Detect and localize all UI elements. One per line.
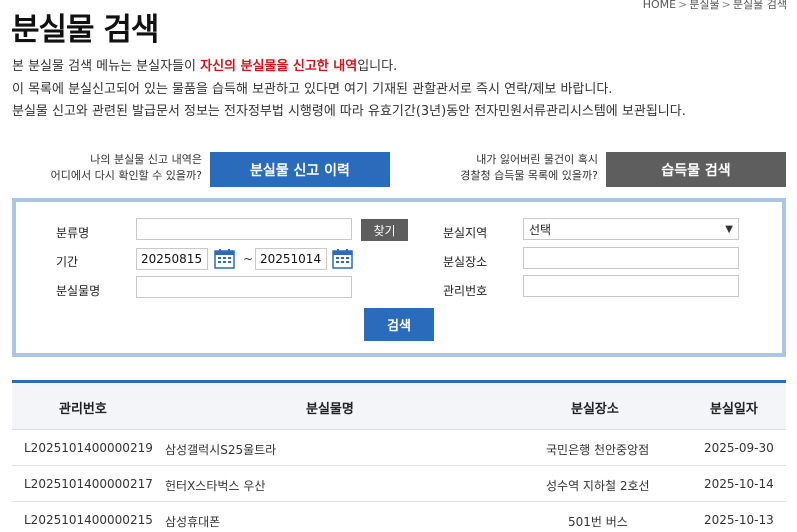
region-selected-value: 선택 — [529, 222, 552, 237]
place-cell: 성수역 지하철 2호선 — [546, 479, 650, 493]
lost-report-history-button[interactable]: 분실물 신고 이력 — [210, 152, 390, 187]
breadcrumb-level1[interactable]: 분실물 — [689, 0, 719, 11]
date-range-separator: ~ — [243, 252, 254, 266]
calendar-icon[interactable] — [214, 248, 235, 269]
category-input[interactable] — [136, 218, 352, 240]
item-name-cell[interactable]: 헌터X스타벅스 우산 — [165, 477, 265, 494]
result-table: 관리번호 분실물명 분실장소 분실일자 L2025101400000219 삼성… — [12, 380, 786, 532]
manage-number-cell: L2025101400000217 — [24, 477, 153, 491]
region-select[interactable]: 선택 ▼ — [523, 218, 739, 240]
item-name-input[interactable] — [136, 276, 352, 298]
search-button[interactable]: 검색 — [364, 308, 434, 341]
table-row[interactable]: L2025101400000217 헌터X스타벅스 우산 성수역 지하철 2호선… — [12, 466, 786, 502]
date-cell: 2025-10-13 — [704, 513, 774, 527]
history-hint-line-1: 나의 분실물 신고 내역은 — [90, 153, 202, 166]
item-name-cell[interactable]: 삼성갤럭시S25울트라 — [165, 441, 276, 458]
column-header: 분실물명 — [306, 402, 354, 417]
calendar-icon[interactable] — [332, 248, 353, 269]
intro-line-3: 분실물 신고와 관련된 발급문서 정보는 전자정부법 시행령에 따라 유효기간(… — [12, 104, 686, 119]
manage-number-cell: L2025101400000219 — [24, 441, 153, 455]
history-hint-line-2: 어디에서 다시 확인할 수 있을까? — [50, 169, 202, 182]
found-hint: 내가 잃어버린 물건이 혹시 경찰청 습득물 목록에 있을까? — [420, 152, 598, 184]
place-label: 분실장소 — [443, 255, 488, 269]
item-name-cell[interactable]: 삼성휴대폰 — [165, 513, 220, 530]
column-header: 관리번호 — [59, 402, 107, 417]
page-title: 분실물 검색 — [11, 12, 159, 48]
table-row[interactable]: L2025101400000215 삼성휴대폰 501번 버스 2025-10-… — [12, 502, 786, 532]
manage-number-label: 관리번호 — [443, 284, 488, 298]
item-name-label: 분실물명 — [56, 284, 101, 298]
end-date-input[interactable]: 20251014 — [255, 248, 327, 270]
breadcrumb-home[interactable]: HOME — [643, 0, 676, 11]
found-item-search-button[interactable]: 습득물 검색 — [606, 152, 786, 187]
history-hint: 나의 분실물 신고 내역은 어디에서 다시 확인할 수 있을까? — [30, 152, 202, 184]
search-form: 분류명 찾기 기간 20250815 ~ 20251014 분실물명 분실지역 … — [12, 198, 786, 357]
column-header: 분실일자 — [710, 402, 758, 417]
chevron-right-icon: > — [721, 0, 731, 11]
start-date-input[interactable]: 20250815 — [136, 248, 208, 270]
place-cell: 501번 버스 — [568, 515, 628, 529]
intro-line-2: 이 목록에 분실신고되어 있는 물품을 습득해 보관하고 있다면 여기 기재된 … — [12, 81, 613, 97]
date-cell: 2025-10-14 — [704, 477, 774, 491]
chevron-down-icon: ▼ — [725, 223, 733, 235]
breadcrumb-current: 분실물 검색 — [732, 0, 787, 11]
region-label: 분실지역 — [443, 226, 488, 240]
breadcrumb: HOME > 분실물 > 분실물 검색 — [643, 0, 787, 12]
intro-line-1: 본 분실물 검색 메뉴는 분실자들이 자신의 분실물을 신고한 내역입니다. — [12, 56, 792, 79]
intro-line-1-post: 입니다. — [357, 59, 398, 74]
period-label: 기간 — [56, 255, 79, 269]
table-header: 관리번호 분실물명 분실장소 분실일자 — [12, 383, 786, 430]
table-row[interactable]: L2025101400000219 삼성갤럭시S25울트라 국민은행 천안중앙점… — [12, 430, 786, 466]
manage-number-input[interactable] — [523, 275, 739, 297]
found-hint-line-1: 내가 잃어버린 물건이 혹시 — [476, 153, 598, 166]
find-category-button[interactable]: 찾기 — [361, 219, 408, 241]
place-input[interactable] — [523, 247, 739, 269]
column-header: 분실장소 — [571, 402, 619, 417]
place-cell: 국민은행 천안중앙점 — [546, 443, 650, 457]
intro-line-1-pre: 본 분실물 검색 메뉴는 분실자들이 — [12, 59, 201, 74]
intro-text: 본 분실물 검색 메뉴는 분실자들이 자신의 분실물을 신고한 내역입니다. 이… — [12, 56, 792, 124]
manage-number-cell: L2025101400000215 — [24, 513, 153, 527]
date-cell: 2025-09-30 — [704, 441, 774, 455]
intro-highlight: 자신의 분실물을 신고한 내역 — [200, 59, 358, 74]
found-hint-line-2: 경찰청 습득물 목록에 있을까? — [460, 169, 598, 182]
category-label: 분류명 — [56, 226, 90, 240]
chevron-right-icon: > — [678, 0, 688, 11]
